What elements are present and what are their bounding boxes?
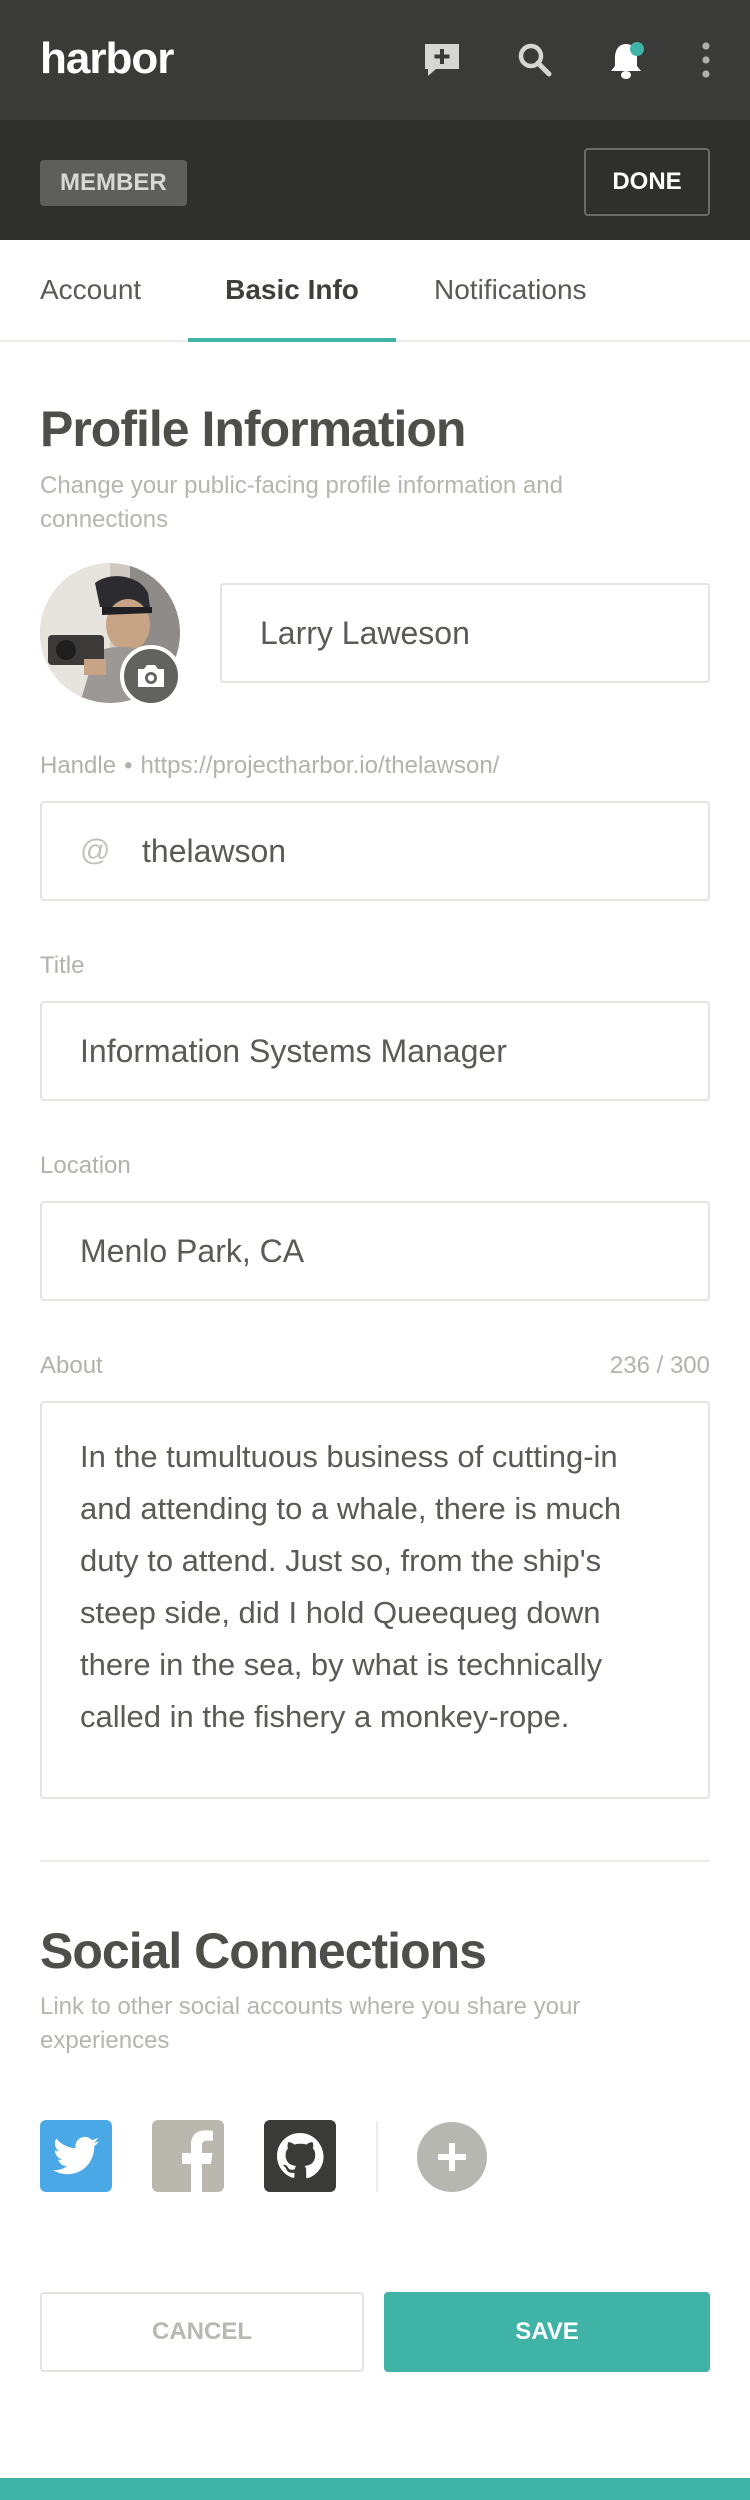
save-button[interactable]: SAVE <box>384 2292 710 2372</box>
done-button[interactable]: DONE <box>584 148 710 216</box>
title-field[interactable] <box>40 1001 710 1101</box>
social-divider <box>376 2122 378 2192</box>
bottom-accent-bar <box>0 2478 750 2500</box>
facebook-button[interactable] <box>152 2120 224 2192</box>
handle-label-text: Handle <box>40 752 117 779</box>
more-vert-icon[interactable] <box>684 38 728 82</box>
tab-account[interactable]: Account <box>40 240 150 342</box>
search-icon[interactable] <box>513 38 557 82</box>
about-label: About <box>40 1352 103 1379</box>
add-social-button[interactable] <box>417 2122 487 2192</box>
harbor-logo[interactable]: harbor <box>40 34 174 84</box>
handle-label: Handle • https://projectharbor.io/thelawso… <box>40 752 499 780</box>
camera-icon <box>138 665 164 687</box>
social-section-description: Link to other social accounts where you … <box>40 1993 581 2054</box>
title-label: Title <box>40 952 85 979</box>
github-button[interactable] <box>264 2120 336 2192</box>
name-field[interactable] <box>220 583 710 683</box>
logo-text: harbor <box>40 34 174 83</box>
facebook-icon <box>182 2130 213 2192</box>
bell-icon[interactable] <box>604 38 648 82</box>
location-field[interactable] <box>40 1201 710 1301</box>
github-icon <box>277 2133 324 2179</box>
profile-section-description: Change your public-facing profile inform… <box>40 472 563 533</box>
location-label: Location <box>40 1152 131 1179</box>
twitter-button[interactable] <box>40 2120 112 2192</box>
member-bar: MEMBER DONE <box>0 120 750 240</box>
member-badge: MEMBER <box>40 160 187 206</box>
handle-field[interactable] <box>40 801 710 901</box>
add-circle-icon <box>438 2143 466 2171</box>
social-section-title: Social Connections <box>40 1923 487 1979</box>
app-bar: harbor <box>0 0 750 120</box>
message-icon[interactable] <box>420 38 464 82</box>
change-photo-button[interactable] <box>120 645 182 707</box>
notification-dot <box>630 42 644 56</box>
about-field[interactable]: In the tumultuous business of cutting-in… <box>40 1401 710 1799</box>
tab-bar: Account Basic Info Notifications <box>0 240 750 342</box>
handle-label-separator: • <box>124 752 133 779</box>
handle-url: https://projectharbor.io/thelawson/ <box>140 752 500 779</box>
section-divider <box>40 1860 710 1862</box>
profile-section-title: Profile Information <box>40 401 466 457</box>
twitter-icon <box>53 2136 99 2175</box>
cancel-button[interactable]: CANCEL <box>40 2292 364 2372</box>
tab-notifications[interactable]: Notifications <box>434 240 596 342</box>
tab-basic-info[interactable]: Basic Info <box>188 240 396 342</box>
handle-prefix: @ <box>80 834 111 867</box>
about-char-count: 236 / 300 <box>609 1352 710 1379</box>
